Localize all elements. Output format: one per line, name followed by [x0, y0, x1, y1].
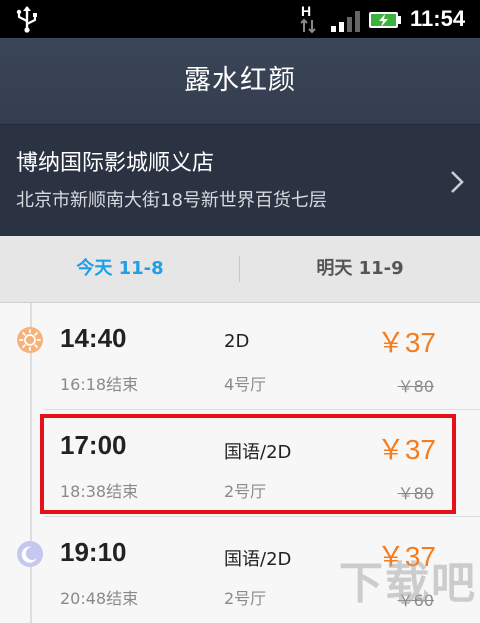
showtime-end: 20:48结束: [60, 589, 139, 608]
cinema-info[interactable]: 博纳国际影城顺义店 北京市新顺南大街18号新世界百货七层: [0, 124, 480, 237]
showtime-price: ￥37: [376, 327, 436, 358]
status-bar: H 11:54: [0, 0, 480, 38]
cinema-name: 博纳国际影城顺义店: [16, 151, 215, 176]
showtime-end: 16:18结束: [60, 375, 139, 394]
moon-icon: [17, 541, 43, 567]
chevron-right-icon: [451, 171, 464, 193]
sun-icon: [17, 327, 43, 353]
signal-icon: [331, 11, 360, 32]
network-type-text: H: [301, 3, 311, 19]
highlight-box: [40, 414, 456, 514]
tab-tomorrow[interactable]: 明天 11-9: [240, 236, 480, 302]
battery-charging-icon: [369, 12, 401, 28]
page-title: 露水红颜: [184, 65, 296, 96]
showtime-row[interactable]: 14:40 16:18结束 2D 4号厅 ￥37 ￥80: [44, 303, 480, 410]
tab-today[interactable]: 今天 11-8: [0, 236, 240, 302]
usb-icon: [16, 6, 37, 33]
title-bar: 露水红颜: [0, 38, 480, 124]
date-tabs: 今天 11-8 明天 11-9: [0, 236, 480, 303]
watermark-logo: 下载吧: [339, 558, 477, 609]
showtime-start: 14:40: [60, 323, 127, 353]
status-clock: 11:54: [410, 6, 466, 31]
showtime-start: 19:10: [60, 537, 127, 567]
showtime-original-price: ￥80: [397, 377, 434, 396]
cinema-address: 北京市新顺南大街18号新世界百货七层: [16, 190, 327, 211]
showtime-format: 2D: [224, 331, 250, 352]
showtime-hall: 2号厅: [224, 589, 267, 608]
showtime-format: 国语/2D: [224, 549, 292, 570]
network-h-icon: H: [300, 3, 316, 34]
showtime-hall: 4号厅: [224, 375, 267, 394]
